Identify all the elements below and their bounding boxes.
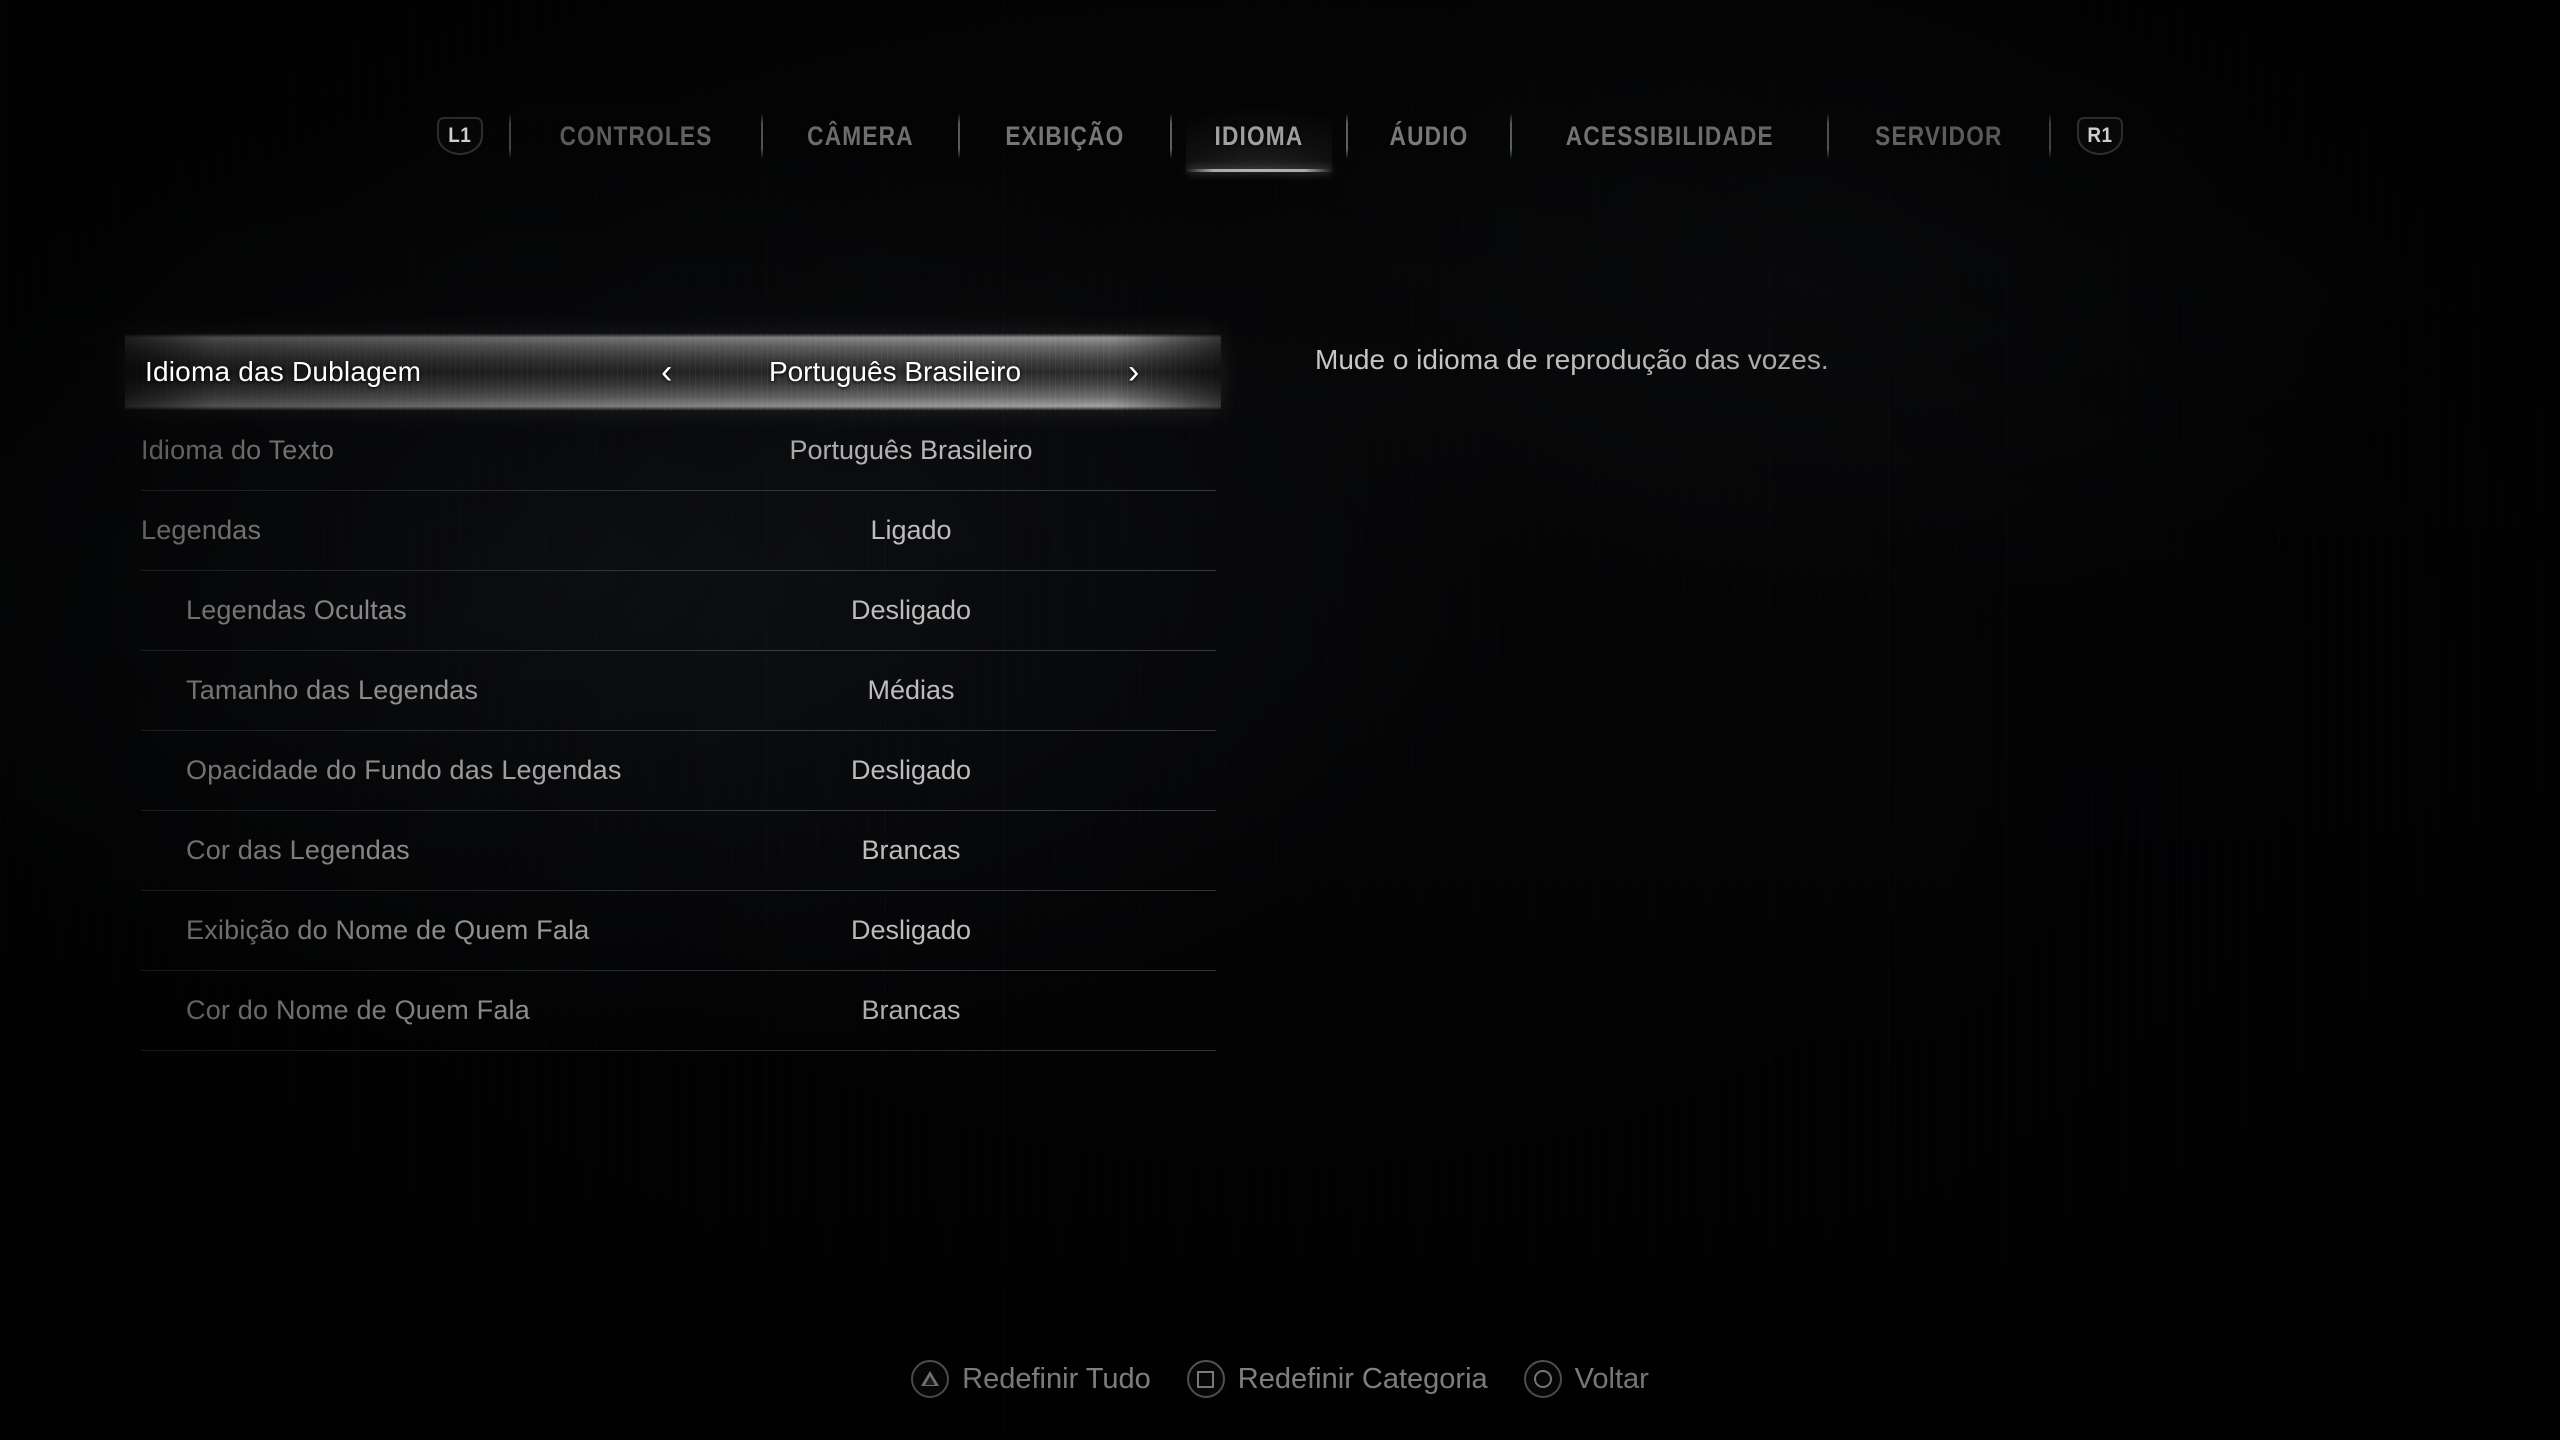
prompt-redefinir-categoria[interactable]: Redefinir Categoria xyxy=(1186,1360,1488,1398)
setting-row-opacidade-do-fundo-das-legendas[interactable]: Opacidade do Fundo das Legendas Desligad… xyxy=(141,731,1216,811)
button-prompt-bar: Redefinir Tudo Redefinir Categoria Volta… xyxy=(0,1360,2560,1398)
tab-acessibilidade[interactable]: ACESSIBILIDADE xyxy=(1537,100,1802,172)
setting-label: Legendas Ocultas xyxy=(186,595,407,625)
setting-value: Médias xyxy=(867,675,955,705)
setting-row-idioma-do-texto[interactable]: Idioma do Texto Português Brasileiro xyxy=(141,411,1216,491)
prompt-label: Voltar xyxy=(1574,1362,1649,1395)
setting-row-exibicao-do-nome-de-quem-fala[interactable]: Exibição do Nome de Quem Fala Desligado xyxy=(141,891,1216,971)
setting-value: Brancas xyxy=(861,995,961,1025)
tab-controles[interactable]: CONTROLES xyxy=(531,100,741,172)
setting-value: Português Brasileiro xyxy=(789,435,1033,465)
setting-label: Idioma do Texto xyxy=(141,435,335,465)
tab-separator xyxy=(761,113,764,159)
chevron-left-icon[interactable]: ‹ xyxy=(661,355,672,389)
circle-button-icon xyxy=(1523,1360,1562,1398)
category-tab-bar: L1 CONTROLES CÂMERA EXIBIÇÃO IDIOMA ÁUDI… xyxy=(0,100,2560,172)
tab-camera[interactable]: CÂMERA xyxy=(779,100,943,172)
tab-label: ÁUDIO xyxy=(1389,120,1469,151)
prompt-redefinir-tudo[interactable]: Redefinir Tudo xyxy=(911,1360,1151,1398)
tab-separator xyxy=(1345,113,1348,159)
l1-bumper-icon[interactable]: L1 xyxy=(436,117,483,155)
settings-list: Idioma das Dublagem ‹ Português Brasilei… xyxy=(125,333,1221,1051)
setting-label: Cor das Legendas xyxy=(186,835,410,865)
r1-bumper-label: R1 xyxy=(2087,124,2113,147)
tab-label: EXIBIÇÃO xyxy=(1005,120,1125,151)
setting-label: Opacidade do Fundo das Legendas xyxy=(186,755,622,785)
prompt-label: Redefinir Categoria xyxy=(1237,1362,1488,1395)
tab-audio[interactable]: ÁUDIO xyxy=(1361,100,1497,172)
setting-label: Cor do Nome de Quem Fala xyxy=(186,995,530,1025)
settings-screen: L1 CONTROLES CÂMERA EXIBIÇÃO IDIOMA ÁUDI… xyxy=(0,0,2560,1440)
r1-bumper-icon[interactable]: R1 xyxy=(2077,117,2123,155)
setting-row-cor-do-nome-de-quem-fala[interactable]: Cor do Nome de Quem Fala Brancas xyxy=(141,971,1216,1051)
tab-separator xyxy=(1827,113,1830,159)
tab-separator xyxy=(1509,113,1512,159)
setting-value: Desligado xyxy=(850,755,972,785)
setting-value: Brancas xyxy=(861,835,961,865)
setting-value: Ligado xyxy=(870,515,952,545)
tab-idioma[interactable]: IDIOMA xyxy=(1185,100,1332,172)
setting-description: Mude o idioma de reprodução das vozes. xyxy=(1315,344,1829,375)
setting-row-cor-das-legendas[interactable]: Cor das Legendas Brancas xyxy=(141,811,1216,891)
square-button-icon xyxy=(1186,1360,1225,1398)
setting-row-legendas[interactable]: Legendas Ligado xyxy=(141,491,1216,571)
setting-row-tamanho-das-legendas[interactable]: Tamanho das Legendas Médias xyxy=(141,651,1216,731)
tab-label: CÂMERA xyxy=(807,120,914,151)
chevron-right-icon[interactable]: › xyxy=(1128,355,1139,389)
setting-label: Exibição do Nome de Quem Fala xyxy=(186,915,590,945)
tab-separator xyxy=(1169,113,1172,159)
prompt-voltar[interactable]: Voltar xyxy=(1523,1360,1649,1398)
l1-bumper-label: L1 xyxy=(448,124,472,147)
tab-separator xyxy=(508,113,511,159)
setting-row-idioma-das-dublagem[interactable]: Idioma das Dublagem ‹ Português Brasilei… xyxy=(125,333,1221,411)
prompt-label: Redefinir Tudo xyxy=(962,1362,1151,1395)
tab-servidor[interactable]: SERVIDOR xyxy=(1847,100,2032,172)
setting-label: Tamanho das Legendas xyxy=(186,675,479,705)
setting-value: Desligado xyxy=(850,915,972,945)
tab-label: SERVIDOR xyxy=(1875,120,2003,151)
tab-label: CONTROLES xyxy=(559,120,713,151)
tab-label: ACESSIBILIDADE xyxy=(1565,120,1774,151)
tab-separator xyxy=(2049,113,2051,159)
setting-label: Idioma das Dublagem xyxy=(145,356,422,387)
setting-row-legendas-ocultas[interactable]: Legendas Ocultas Desligado xyxy=(141,571,1216,651)
tab-exibicao[interactable]: EXIBIÇÃO xyxy=(977,100,1153,172)
tab-label: IDIOMA xyxy=(1214,120,1304,151)
tab-separator xyxy=(958,113,960,159)
setting-value: Desligado xyxy=(850,595,972,625)
triangle-button-icon xyxy=(911,1360,950,1398)
setting-label: Legendas xyxy=(141,515,262,545)
setting-value: Português Brasileiro xyxy=(768,356,1022,387)
